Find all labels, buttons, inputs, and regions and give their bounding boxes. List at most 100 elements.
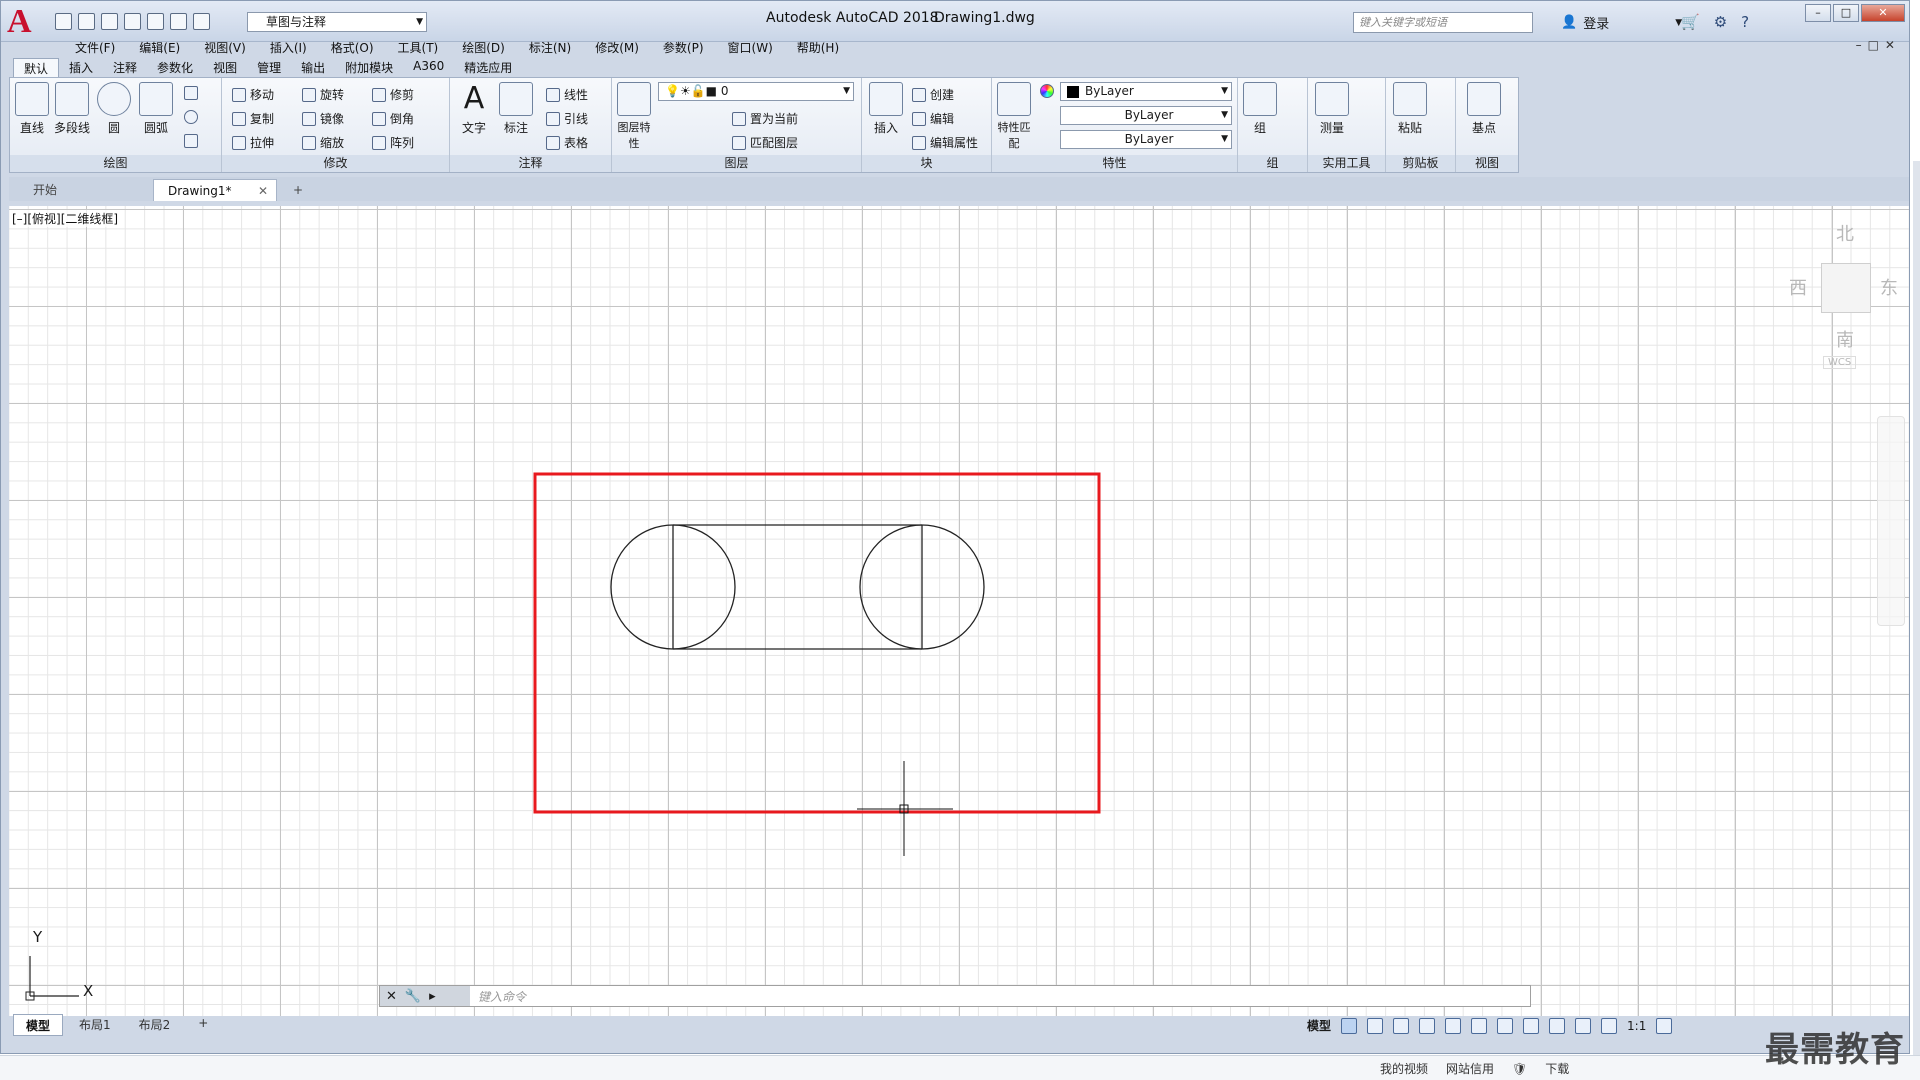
tab-layout2[interactable]: 布局2 (127, 1014, 183, 1036)
linetype-combo[interactable]: ByLayer ▼ (1060, 106, 1232, 125)
insert-block-button[interactable]: 插入 (866, 82, 906, 136)
menu-draw[interactable]: 绘图(D) (450, 37, 517, 57)
utilities-panel-title[interactable]: 实用工具 (1308, 155, 1385, 172)
text-button[interactable]: A 文字 (454, 82, 494, 136)
viewcube-east[interactable]: 东 (1880, 274, 1898, 300)
match-properties-button[interactable]: 特性匹配 (994, 82, 1034, 151)
lineweight-icon[interactable] (1549, 1017, 1566, 1034)
tab-addins[interactable]: 附加模块 (335, 58, 403, 77)
command-input[interactable]: 键入命令 (478, 988, 526, 1005)
polar-icon[interactable] (1445, 1017, 1462, 1034)
cart-icon[interactable]: 🛒 (1681, 13, 1700, 31)
tab-home[interactable]: 默认 (13, 58, 60, 77)
viewcube-south[interactable]: 南 (1836, 326, 1854, 352)
block-panel-title[interactable]: 块 (862, 155, 991, 172)
edit-attributes-button[interactable]: 编辑属性 (912, 134, 978, 151)
copy-button[interactable]: 复制 (232, 110, 274, 127)
viewcube-top-face[interactable] (1821, 263, 1871, 313)
view-panel-title[interactable]: 视图 (1456, 155, 1518, 172)
trim-button[interactable]: 修剪 (372, 86, 414, 103)
auto-scale-icon[interactable] (1601, 1017, 1618, 1034)
draw-panel-title[interactable]: 绘图 (10, 155, 221, 172)
drawing-canvas[interactable]: [–][俯视][二维线框] Y X 北 西 东 南 WCS (9, 206, 1909, 1016)
model-space-button[interactable]: 模型 (1307, 1017, 1331, 1034)
stretch-button[interactable]: 拉伸 (232, 134, 274, 151)
color-combo[interactable]: ByLayer ▼ (1060, 82, 1232, 101)
ortho-icon[interactable] (1419, 1017, 1436, 1034)
array-button[interactable]: 阵列 (372, 134, 414, 151)
menu-edit[interactable]: 编辑(E) (127, 37, 192, 57)
lineweight-combo[interactable]: ByLayer ▼ (1060, 130, 1232, 149)
tab-model[interactable]: 模型 (13, 1014, 64, 1036)
print-icon[interactable] (147, 13, 164, 30)
menu-insert[interactable]: 插入(I) (258, 37, 319, 57)
save-icon[interactable] (101, 13, 118, 30)
scale-button[interactable]: 缩放 (302, 134, 344, 151)
create-block-button[interactable]: 创建 (912, 86, 954, 103)
menu-format[interactable]: 格式(O) (319, 37, 386, 57)
wrench-icon[interactable]: 🔧 (405, 989, 421, 1004)
add-layout-icon[interactable]: + (186, 1014, 220, 1036)
vertical-scrollbar[interactable] (1913, 161, 1920, 1061)
line-button[interactable]: 直线 (12, 82, 52, 136)
move-button[interactable]: 移动 (232, 86, 274, 103)
rotate-button[interactable]: 旋转 (302, 86, 344, 103)
my-video-link[interactable]: 我的视频 (1380, 1060, 1428, 1077)
measure-button[interactable]: 测量 (1312, 82, 1352, 136)
dimension-button[interactable]: 标注 (496, 82, 536, 136)
redo-icon[interactable] (193, 13, 210, 30)
exchange-icon[interactable]: ⚙ (1714, 13, 1727, 31)
autocad-logo-icon[interactable]: A (7, 5, 49, 39)
tab-a360[interactable]: A360 (403, 58, 454, 77)
new-file-icon[interactable] (55, 13, 72, 30)
maximize-icon[interactable]: □ (1833, 4, 1859, 22)
tab-output[interactable]: 输出 (291, 58, 335, 77)
site-credit-link[interactable]: 网站信用 (1446, 1060, 1494, 1077)
menu-file[interactable]: 文件(F) (63, 37, 127, 57)
viewcube-west[interactable]: 西 (1789, 274, 1807, 300)
navigation-bar[interactable] (1877, 416, 1905, 626)
group-button[interactable]: 组 (1240, 82, 1280, 136)
arc-button[interactable]: 圆弧 (136, 82, 176, 136)
menu-parametric[interactable]: 参数(P) (651, 37, 716, 57)
undo-icon[interactable] (170, 13, 187, 30)
minimize-icon[interactable]: – (1805, 4, 1831, 22)
linear-button[interactable]: 线性 (546, 86, 588, 103)
object-snap-icon[interactable] (1523, 1017, 1540, 1034)
layer-combo[interactable]: 💡☀🔓■ 0 ▼ (658, 82, 854, 101)
paste-button[interactable]: 粘贴 (1390, 82, 1430, 136)
viewcube-north[interactable]: 北 (1836, 220, 1854, 246)
clipboard-panel-title[interactable]: 剪贴板 (1386, 155, 1455, 172)
modify-panel-title[interactable]: 修改 (222, 155, 449, 172)
properties-panel-title[interactable]: 特性 (992, 155, 1237, 172)
login-button[interactable]: 👤 登录 ▼ (1561, 13, 1682, 32)
groups-panel-title[interactable]: 组 (1238, 155, 1307, 172)
tab-view[interactable]: 视图 (203, 58, 247, 77)
tab-annotate[interactable]: 注释 (103, 58, 147, 77)
isodraft-icon[interactable] (1471, 1017, 1488, 1034)
annotation-scale[interactable]: 1:1 (1627, 1019, 1646, 1033)
snap-icon[interactable] (1367, 1017, 1384, 1034)
fillet-button[interactable]: 倒角 (372, 110, 414, 127)
viewcube[interactable]: 北 西 东 南 WCS (1789, 218, 1899, 378)
annotation-panel-title[interactable]: 注释 (450, 155, 611, 172)
tab-start[interactable]: 开始 (19, 179, 129, 201)
leader-button[interactable]: 引线 (546, 110, 588, 127)
layers-panel-title[interactable]: 图层 (612, 155, 861, 172)
tab-featured[interactable]: 精选应用 (454, 58, 522, 77)
rectangle-button[interactable] (184, 86, 198, 100)
hatch-button[interactable] (184, 134, 198, 148)
tab-insert[interactable]: 插入 (59, 58, 103, 77)
menu-modify[interactable]: 修改(M) (583, 37, 651, 57)
polyline-button[interactable]: 多段线 (52, 82, 92, 136)
new-tab-icon[interactable]: + (285, 179, 313, 201)
shield-icon[interactable]: 🛡 (1512, 1062, 1527, 1076)
mirror-button[interactable]: 镜像 (302, 110, 344, 127)
download-link[interactable]: 下载 (1545, 1060, 1569, 1077)
command-prompt-icon[interactable]: ▸ (429, 989, 436, 1004)
base-view-button[interactable]: 基点 (1464, 82, 1504, 136)
ellipse-button[interactable] (184, 110, 198, 124)
infer-constraints-icon[interactable] (1393, 1017, 1410, 1034)
document-window-controls[interactable]: –□✕ (1856, 38, 1901, 52)
tab-manage[interactable]: 管理 (247, 58, 291, 77)
